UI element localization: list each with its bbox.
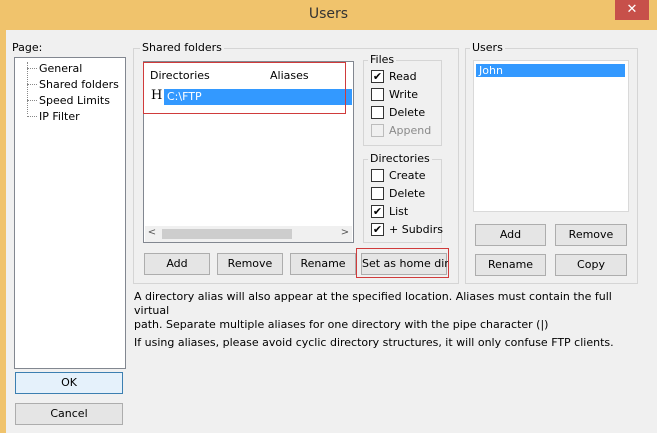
checkbox-label: List	[389, 205, 409, 218]
checkbox-label: Delete	[389, 187, 426, 200]
checkbox-box	[371, 169, 384, 182]
rename-folder-button[interactable]: Rename	[290, 253, 356, 275]
users-list[interactable]: John	[473, 60, 629, 212]
add-user-button[interactable]: Add	[475, 224, 546, 246]
close-button[interactable]: ✕	[615, 0, 649, 20]
info-line: A directory alias will also appear at th…	[134, 290, 612, 317]
remove-user-button[interactable]: Remove	[555, 224, 627, 246]
tree-item-speed-limits[interactable]: Speed Limits	[15, 93, 125, 109]
tree-item-label: Speed Limits	[39, 94, 110, 107]
tree-item-label: General	[39, 62, 83, 75]
checkbox-label: Append	[389, 124, 432, 137]
page-label: Page:	[12, 41, 43, 54]
add-folder-button[interactable]: Add	[144, 253, 210, 275]
window-title: Users	[308, 6, 349, 22]
tree-item-general[interactable]: General	[15, 61, 125, 77]
horizontal-scrollbar[interactable]: < >	[145, 226, 352, 242]
files-legend: Files	[368, 53, 397, 66]
directories-legend: Directories	[368, 152, 432, 165]
highlight-box	[143, 62, 346, 114]
checkbox-box: ✔	[371, 223, 384, 236]
tree-item-shared-folders[interactable]: Shared folders	[15, 77, 125, 93]
user-name: John	[479, 64, 503, 77]
checkbox-box	[371, 124, 384, 137]
checkbox-label: Delete	[389, 106, 426, 119]
user-item-john[interactable]: John	[476, 64, 625, 77]
checkbox-label: Write	[389, 88, 419, 101]
checkbox-box	[371, 106, 384, 119]
users-legend: Users	[470, 41, 505, 54]
tree-item-ip-filter[interactable]: IP Filter	[15, 109, 125, 125]
remove-folder-button[interactable]: Remove	[217, 253, 283, 275]
cancel-button[interactable]: Cancel	[15, 403, 123, 425]
checkbox-box	[371, 187, 384, 200]
title-bar[interactable]: Users ✕	[0, 0, 657, 30]
checkbox-label: + Subdirs	[389, 223, 443, 236]
alias-info-text: A directory alias will also appear at th…	[134, 290, 634, 350]
shared-folders-legend: Shared folders	[140, 41, 224, 54]
ok-button[interactable]: OK	[15, 372, 123, 394]
checkbox-box: ✔	[371, 70, 384, 83]
checkbox-label: Read	[389, 70, 417, 83]
close-icon: ✕	[626, 2, 638, 17]
tree-item-label: IP Filter	[39, 110, 80, 123]
info-line: path. Separate multiple aliases for one …	[134, 318, 549, 331]
highlight-box	[356, 248, 449, 278]
dialog-body: Page: General Shared folders Speed Limit…	[6, 30, 657, 433]
users-dialog: Users ✕ Page: General Shared folders Spe…	[0, 0, 657, 433]
rename-user-button[interactable]: Rename	[475, 254, 546, 276]
checkbox-box	[371, 88, 384, 101]
copy-user-button[interactable]: Copy	[555, 254, 627, 276]
info-line: If using aliases, please avoid cyclic di…	[134, 336, 614, 349]
page-tree: General Shared folders Speed Limits IP F…	[14, 57, 126, 369]
scroll-right-icon[interactable]: >	[338, 226, 352, 240]
checkbox-box: ✔	[371, 205, 384, 218]
scroll-left-icon[interactable]: <	[145, 226, 159, 240]
scrollbar-thumb[interactable]	[162, 229, 292, 239]
checkbox-label: Create	[389, 169, 426, 182]
tree-item-label: Shared folders	[39, 78, 119, 91]
